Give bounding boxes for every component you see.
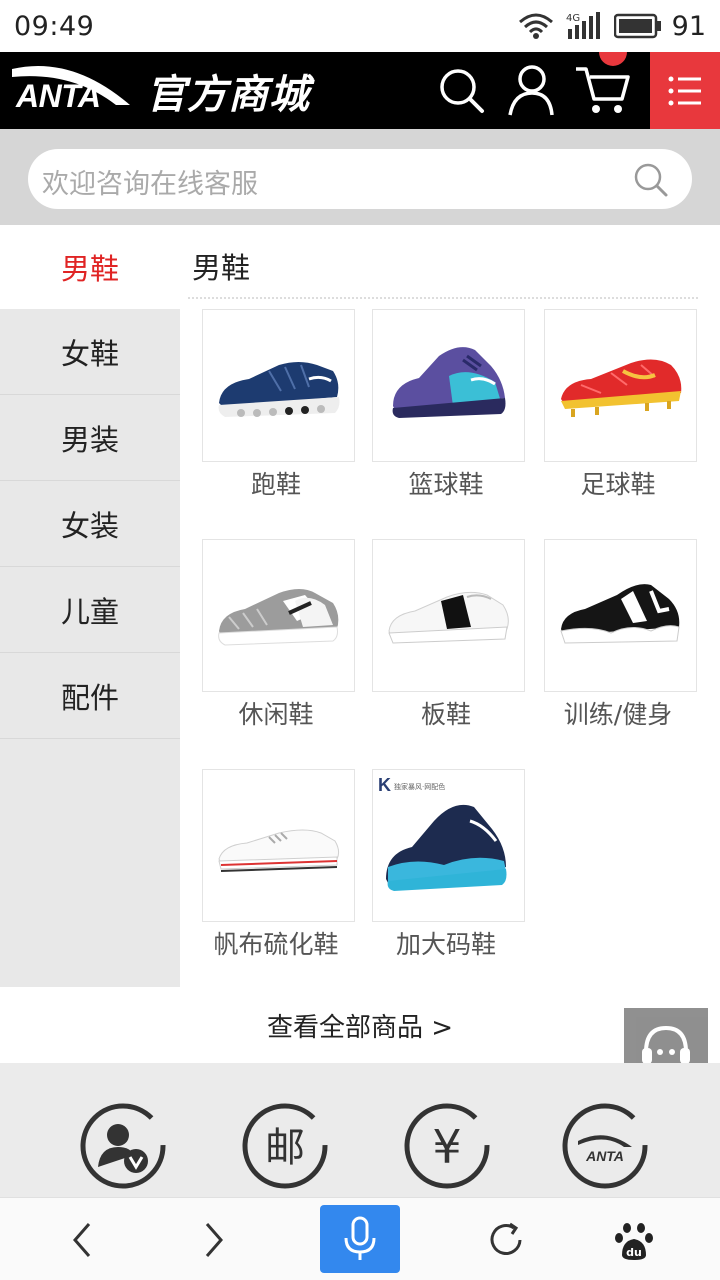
refresh-icon — [490, 1222, 522, 1255]
sidebar-item-women-shoes[interactable]: 女鞋 — [0, 309, 180, 395]
product-label: 足球鞋 — [580, 470, 656, 499]
mail-glyph: 邮 — [265, 1125, 305, 1171]
header-search-button[interactable] — [432, 52, 492, 129]
search-submit-icon[interactable] — [632, 161, 670, 203]
category-active-tab[interactable]: 男鞋 — [0, 225, 180, 309]
battery-level: 91 — [671, 10, 706, 42]
category-sidebar: 女鞋 男装 女装 儿童 配件 — [0, 309, 180, 987]
anta-logo[interactable]: ANTA 官方商城 — [12, 56, 310, 126]
product-tag-letter: K — [378, 775, 391, 795]
free-shipping-button[interactable]: 邮 — [240, 1101, 330, 1191]
brand-service-button[interactable]: ANTA — [560, 1101, 650, 1191]
member-service-button[interactable] — [78, 1101, 168, 1191]
logo-brand-text: ANTA — [16, 78, 101, 114]
voice-icon — [344, 1216, 376, 1260]
back-icon — [73, 1222, 91, 1257]
search-input[interactable]: 欢迎咨询在线客服 — [28, 149, 692, 209]
product-label: 休闲鞋 — [238, 700, 314, 729]
product-label: 帆布硫化鞋 — [213, 930, 339, 959]
sidebar-item-accessories[interactable]: 配件 — [0, 653, 180, 739]
sidebar-item-kids[interactable]: 儿童 — [0, 567, 180, 653]
product-tag-text: 独家暴风·网配色 — [394, 782, 445, 791]
sidebar-item-women-apparel[interactable]: 女装 — [0, 481, 180, 567]
product-label: 加大码鞋 — [395, 930, 496, 959]
battery-icon — [613, 13, 662, 39]
product-running-shoes[interactable]: 跑鞋 — [186, 309, 356, 529]
search-icon — [440, 68, 484, 113]
product-basketball-shoes[interactable]: 篮球鞋 — [356, 309, 526, 529]
product-image — [544, 539, 697, 692]
forward-button[interactable] — [174, 1198, 254, 1280]
cart-icon — [576, 66, 630, 113]
product-canvas-shoes[interactable]: 帆布硫化鞋 — [186, 769, 356, 989]
baidu-home-button[interactable]: du — [594, 1198, 674, 1280]
product-image — [372, 539, 525, 692]
status-bar: 09:49 4G 91 — [0, 0, 720, 52]
category-heading: 男鞋 — [192, 251, 251, 285]
anta-brand-icon: ANTA — [562, 1103, 648, 1189]
yen-icon: ¥ — [404, 1103, 490, 1189]
signal-icon: 4G — [564, 11, 604, 41]
voice-search-button[interactable] — [320, 1205, 400, 1273]
menu-icon — [668, 76, 701, 105]
yen-glyph: ¥ — [432, 1120, 461, 1174]
mail-icon: 邮 — [242, 1103, 328, 1189]
sidebar-item-men-apparel[interactable]: 男装 — [0, 395, 180, 481]
wifi-icon — [518, 12, 554, 40]
product-skate-shoes[interactable]: 板鞋 — [356, 539, 526, 759]
search-area: 欢迎咨询在线客服 — [0, 129, 720, 225]
logo-title: 官方商城 — [146, 72, 310, 118]
product-label: 篮球鞋 — [408, 470, 484, 499]
product-image — [372, 309, 525, 462]
status-icons: 4G 91 — [518, 11, 706, 42]
product-image — [202, 309, 355, 462]
anta-glyph: ANTA — [585, 1148, 624, 1164]
product-label: 板鞋 — [420, 700, 471, 729]
header-cart-button[interactable] — [572, 52, 632, 129]
product-training-shoes[interactable]: 训练/健身 — [528, 539, 698, 759]
product-image — [202, 769, 355, 922]
member-v-icon — [80, 1103, 166, 1189]
search-placeholder: 欢迎咨询在线客服 — [42, 169, 258, 200]
price-service-button[interactable]: ¥ — [402, 1101, 492, 1191]
baidu-glyph: du — [626, 1246, 642, 1259]
network-label: 4G — [566, 13, 580, 24]
product-football-shoes[interactable]: 足球鞋 — [528, 309, 698, 529]
status-time: 09:49 — [14, 10, 95, 42]
user-icon — [508, 64, 554, 115]
product-image — [544, 309, 697, 462]
back-button[interactable] — [42, 1198, 122, 1280]
forward-icon — [205, 1222, 223, 1257]
product-big-size-shoes[interactable]: K 独家暴风·网配色 加大码鞋 — [356, 769, 526, 989]
product-casual-shoes[interactable]: 休闲鞋 — [186, 539, 356, 759]
browser-toolbar: du — [0, 1197, 720, 1280]
baidu-icon: du — [615, 1222, 653, 1260]
view-all-products-link[interactable]: 查看全部商品 > — [0, 987, 720, 1063]
product-image — [202, 539, 355, 692]
product-label: 跑鞋 — [250, 470, 301, 499]
category-header: 男鞋 男鞋 — [0, 225, 720, 309]
header-menu-button[interactable] — [650, 52, 720, 129]
service-icons-strip: 邮 ¥ ANTA — [0, 1063, 720, 1197]
product-label: 训练/健身 — [563, 700, 673, 729]
product-grid: 跑鞋 篮球鞋 足球鞋 休闲鞋 板鞋 训练/健身 帆布硫化鞋 K 独家暴风·网配色… — [186, 309, 720, 987]
header-user-button[interactable] — [500, 52, 560, 129]
product-image: K 独家暴风·网配色 — [372, 769, 525, 922]
refresh-button[interactable] — [466, 1198, 546, 1280]
divider — [188, 297, 698, 299]
